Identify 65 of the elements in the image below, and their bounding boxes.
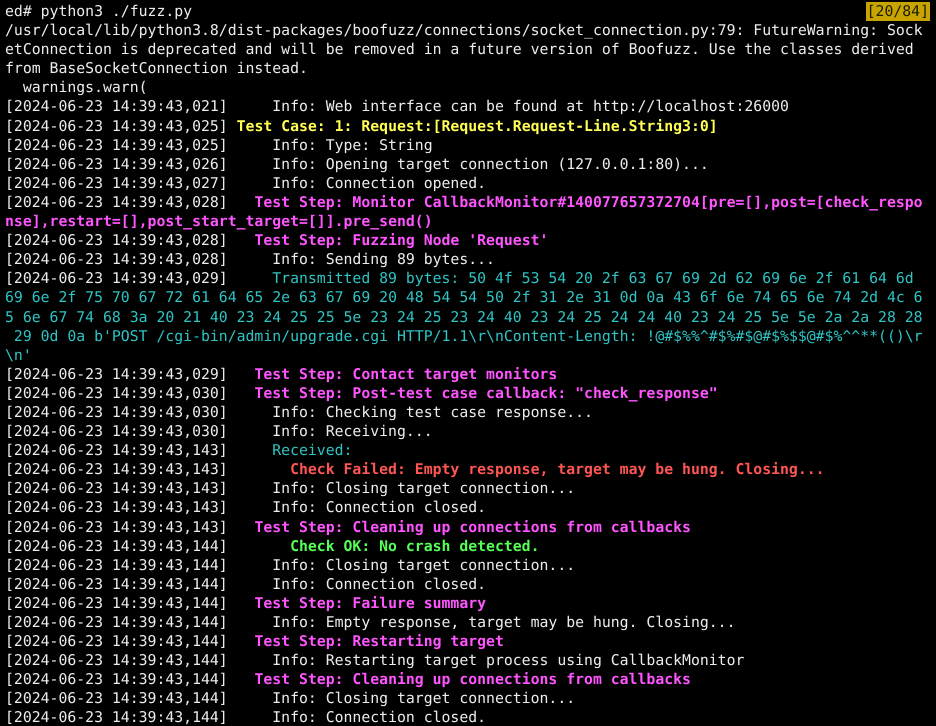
log-timestamp: [2024-06-23 14:39:43,143] [5,480,228,498]
log-timestamp: [2024-06-23 14:39:43,025] [5,136,228,154]
log-message: Transmitted 89 bytes: 50 4f 53 54 20 2f 63 67 69 2d 62 69 6e 2f 61 64 6d [272,270,914,288]
log-timestamp: [2024-06-23 14:39:43,028] [5,194,228,211]
counter-badge: [20/84] [866,2,930,22]
log-message: Info: Closing target connection... [272,480,576,498]
log-timestamp: [2024-06-23 14:39:43,143] [5,461,228,478]
log-message: Info: Receiving... [272,423,433,440]
log-message: Check Failed: Empty response, target may be hung. Closing... [290,461,825,478]
log-message: Test Step: Failure summary [254,594,486,612]
log-message: Check OK: No crash detected. [290,538,540,555]
log-message: 69 6e 2f 75 70 67 72 61 64 65 2e 63 67 69 20 48 54 54 50 2f 31 2e 31 0d 0a 43 6f 6e 74 65 6e 74 2d 4c 6 [5,289,923,306]
log-message: Info: Web interface can be found at http://localhost:26000 [272,98,789,116]
log-timestamp: [2024-06-23 14:39:43,025] [5,118,228,135]
log-message: Info: Type: String [272,136,433,154]
log-message: Test Step: Contact target monitors [254,366,558,383]
log-message: Info: Connection closed. [272,499,486,516]
log-timestamp: [2024-06-23 14:39:43,143] [5,499,228,516]
log-timestamp: [2024-06-23 14:39:43,026] [5,156,228,173]
log-message: 29 0d 0a b'POST /cgi-bin/admin/upgrade.cgi HTTP/1.1\r\nContent-Length: !@#$%%^#$%#$@#$%$$@#$%^^**(()\r [12,328,923,345]
log-timestamp: [2024-06-23 14:39:43,029] [5,366,228,383]
log-message: Info: Empty response, target may be hung. Closing... [272,614,736,631]
log-timestamp: [2024-06-23 14:39:43,144] [5,709,228,726]
log-message: Info: Checking test case response... [272,404,593,421]
log-message: Info: Sending 89 bytes... [272,251,495,268]
log-message: 5 6e 67 74 68 3a 20 21 40 23 24 25 25 5e 23 24 25 23 24 40 23 24 25 24 24 40 23 24 25 5e 5e 2a 2a 28 28 [5,308,923,326]
log-message: \n' [5,346,32,364]
log-message: Test Step: Post-test case callback: "check_response" [254,384,718,402]
log-message: Info: Opening target connection (127.0.0.1:80)... [272,156,709,173]
log-timestamp: [2024-06-23 14:39:43,144] [5,538,228,555]
log-message: Info: Closing target connection... [272,690,576,708]
log-message: Info: Connection closed. [272,576,486,593]
log-timestamp: [2024-06-23 14:39:43,144] [5,614,228,631]
log-message: Info: Connection closed. [272,709,486,726]
log-timestamp: [2024-06-23 14:39:43,144] [5,556,228,574]
log-message: /usr/local/lib/python3.8/dist-packages/boofuzz/connections/socket_connection.py:79: FutureWarning: SocketConnection is deprecated and will be removed in a future version of Boofuzz. Use the classes derived from BaseSocketConnection instead. [5,22,923,78]
log-timestamp: [2024-06-23 14:39:43,143] [5,442,228,460]
log-timestamp: [2024-06-23 14:39:43,144] [5,576,228,593]
log-timestamp: [2024-06-23 14:39:43,144] [5,690,228,708]
log-timestamp: [2024-06-23 14:39:43,030] [5,423,228,440]
log-timestamp: [2024-06-23 14:39:43,027] [5,174,228,192]
log-message: Test Case: 1: Request:[Request.Request-Line.String3:0] [236,118,718,135]
log-timestamp: [2024-06-23 14:39:43,028] [5,251,228,268]
log-timestamp: [2024-06-23 14:39:43,021] [5,98,228,116]
command-prompt: ed# python3 ./fuzz.py [5,2,192,22]
log-message: Test Step: Restarting target [254,633,504,650]
log-message: Test Step: Cleaning up connections from callbacks [254,518,691,536]
log-timestamp: [2024-06-23 14:39:43,144] [5,633,228,650]
log-timestamp: [2024-06-23 14:39:43,030] [5,384,228,402]
log-timestamp: [2024-06-23 14:39:43,143] [5,518,228,536]
log-message: Info: Restarting target process using CallbackMonitor [272,652,744,670]
log-timestamp: [2024-06-23 14:39:43,029] [5,270,228,288]
log-message: warnings.warn( [22,79,148,96]
log-timestamp: [2024-06-23 14:39:43,144] [5,671,228,688]
log-message: Test Step: Monitor CallbackMonitor#140077657372704[pre=[],post=[check_respo [254,194,923,211]
log-timestamp: [2024-06-23 14:39:43,144] [5,652,228,670]
log-message: nse],restart=[],post_start_target=[]].pre_send() [5,213,433,230]
log-message: Info: Connection opened. [272,174,486,192]
log-timestamp: [2024-06-23 14:39:43,028] [5,232,228,250]
log-message: Test Step: Cleaning up connections from callbacks [254,671,691,688]
log-timestamp: [2024-06-23 14:39:43,030] [5,404,228,421]
log-message: Info: Closing target connection... [272,556,576,574]
log-timestamp: [2024-06-23 14:39:43,144] [5,594,228,612]
log-message: Received: [272,442,352,460]
log-message: Test Step: Fuzzing Node 'Request' [254,232,548,250]
